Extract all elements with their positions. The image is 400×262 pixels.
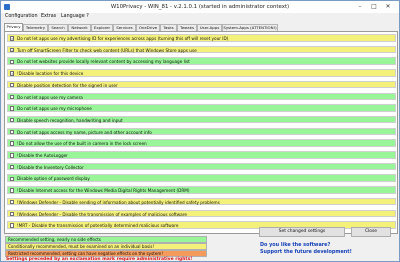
setting-row[interactable]: Disable option of password display <box>7 174 396 182</box>
setting-row[interactable]: !Disable the AutoLogger <box>7 151 396 159</box>
setting-row[interactable]: ✓ !Disable location for this device <box>7 69 396 77</box>
setting-checkbox[interactable] <box>10 199 15 205</box>
close-window-icon[interactable]: ✕ <box>383 3 393 11</box>
maximize-icon[interactable]: □ <box>369 3 379 11</box>
setting-checkbox[interactable] <box>10 176 15 181</box>
settings-list: ✓ Do not let apps use my advertising ID f… <box>7 34 396 233</box>
setting-checkbox[interactable]: ✓ <box>10 71 15 76</box>
tab-services[interactable]: Services <box>113 24 136 31</box>
setting-label: !Windows Defender - Disable sending of i… <box>17 199 220 205</box>
setting-label: Do not let apps use my camera <box>17 94 83 100</box>
setting-row[interactable]: Do not let apps use my camera <box>7 92 396 101</box>
setting-row[interactable]: Do not let apps use my microphone <box>7 104 396 112</box>
setting-checkbox[interactable] <box>10 59 15 64</box>
tab-explorer[interactable]: Explorer <box>91 24 113 31</box>
setting-label: Disable option of password display <box>17 176 90 182</box>
setting-label: Disable position detection for the signe… <box>17 82 118 88</box>
support-question-link[interactable]: Do you like the software? <box>260 242 330 248</box>
menu-bar: Configuration Extras Language ? <box>1 13 399 22</box>
tab-privacy[interactable]: Privacy <box>4 23 23 31</box>
legend-conditional: Conditionally recommended, must be exami… <box>5 243 207 250</box>
tab-network[interactable]: Network <box>68 24 91 31</box>
setting-checkbox[interactable]: ✓ <box>10 36 15 41</box>
setting-label: !Disable the Inventory Collector <box>17 164 84 170</box>
setting-checkbox[interactable] <box>10 106 15 111</box>
setting-checkbox[interactable] <box>10 82 15 88</box>
legend-restricted: Restricted recommended, setting can have… <box>5 250 207 257</box>
setting-row[interactable]: Do not let websites provide locally rele… <box>7 57 396 65</box>
tab-tweaks[interactable]: Tweaks <box>177 24 197 31</box>
setting-row[interactable]: Disable speech recognition, handwriting … <box>7 115 396 124</box>
setting-label: !Disable location for this device <box>17 71 84 77</box>
setting-row[interactable]: !Windows Defender - Disable the transmis… <box>7 209 396 218</box>
setting-checkbox[interactable] <box>10 164 15 170</box>
setting-checkbox[interactable] <box>10 223 15 228</box>
legend-recommended: Recommended setting, nearly no side effe… <box>5 236 207 243</box>
setting-row[interactable]: Do not let apps access my name, picture … <box>7 127 396 136</box>
minimize-icon[interactable]: – <box>355 3 365 11</box>
setting-row[interactable]: Disable position detection for the signe… <box>7 80 396 89</box>
close-button[interactable]: Close <box>351 227 391 237</box>
admin-rights-warning: Settings preceded by an exclamation mark… <box>6 257 193 262</box>
setting-label: Do not let apps use my advertising ID fo… <box>17 36 229 42</box>
setting-row[interactable]: !Disable the Inventory Collector <box>7 162 396 171</box>
setting-label: !MRT - Disable the transmission of poten… <box>17 223 179 229</box>
setting-row[interactable]: !Windows Defender - Disable sending of i… <box>7 197 396 206</box>
tab-tasks[interactable]: Tasks <box>160 24 177 31</box>
setting-row[interactable]: !Do not allow the use of the built in ca… <box>7 139 396 147</box>
setting-label: !Disable Internet access for the Windows… <box>17 188 190 194</box>
support-development-link[interactable]: Support the future development! <box>260 249 352 255</box>
setting-checkbox[interactable] <box>10 141 15 146</box>
setting-label: !Windows Defender - Disable the transmis… <box>17 211 187 217</box>
setting-label: !Disable the AutoLogger <box>17 153 68 159</box>
tab-system-apps[interactable]: System-Apps (ATTENTION!) <box>222 24 278 31</box>
setting-checkbox[interactable] <box>10 211 15 217</box>
main-window: W10Privacy - WIN_81 - v.2.1.0.1 (started… <box>0 0 400 262</box>
tab-strip: Privacy Telemetry Search Network Explore… <box>4 23 398 31</box>
setting-label: Turn off SmartScreen Filter to check web… <box>17 47 197 53</box>
setting-checkbox[interactable]: ✓ <box>10 47 15 53</box>
tab-onedrive[interactable]: OneDrive <box>136 24 160 31</box>
setting-label: Disable speech recognition, handwriting … <box>17 117 123 123</box>
set-changed-settings-button[interactable]: Set changed settings <box>259 227 345 237</box>
setting-checkbox[interactable] <box>10 188 15 193</box>
setting-checkbox[interactable] <box>10 118 15 123</box>
title-bar[interactable]: W10Privacy - WIN_81 - v.2.1.0.1 (started… <box>1 1 399 13</box>
menu-configuration[interactable]: Configuration <box>5 14 38 19</box>
setting-row[interactable]: !Disable Internet access for the Windows… <box>7 186 396 194</box>
tab-telemetry[interactable]: Telemetry <box>23 24 48 31</box>
tab-user-apps[interactable]: User-Apps <box>197 24 222 31</box>
setting-label: !Do not allow the use of the built in ca… <box>17 141 147 147</box>
menu-extras[interactable]: Extras <box>41 14 56 19</box>
settings-panel: ✓ Do not let apps use my advertising ID f… <box>4 31 398 234</box>
setting-label: Do not let apps access my name, picture … <box>17 129 152 135</box>
setting-checkbox[interactable] <box>10 129 15 135</box>
setting-row[interactable]: ✓ Do not let apps use my advertising ID f… <box>7 34 396 42</box>
setting-row[interactable]: ✓ Turn off SmartScreen Filter to check we… <box>7 45 396 54</box>
window-title: W10Privacy - WIN_81 - v.2.1.0.1 (started… <box>110 4 290 10</box>
setting-label: Do not let apps use my microphone <box>17 106 92 112</box>
tab-search[interactable]: Search <box>48 24 68 31</box>
setting-checkbox[interactable] <box>10 94 15 100</box>
setting-checkbox[interactable] <box>10 153 15 158</box>
setting-label: Do not let websites provide locally rele… <box>17 59 190 65</box>
menu-language[interactable]: Language ? <box>61 14 89 19</box>
